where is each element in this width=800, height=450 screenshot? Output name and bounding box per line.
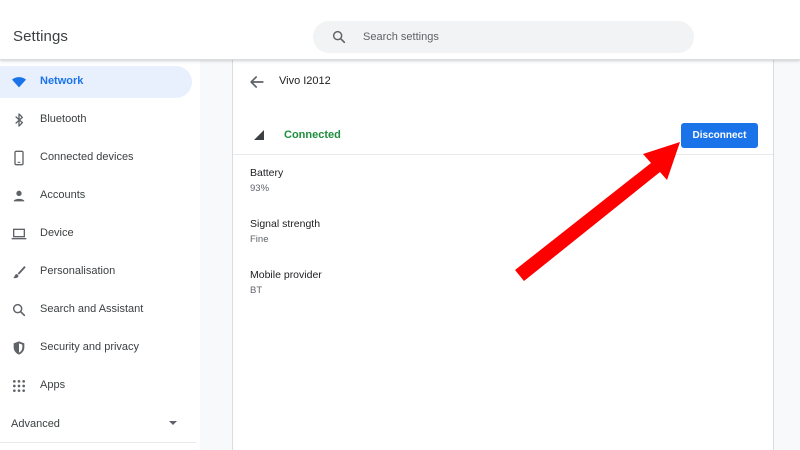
page-title: Vivo I2012	[279, 75, 331, 87]
sidebar-item-label: Personalisation	[40, 265, 116, 277]
sidebar-item-label: Apps	[40, 379, 66, 391]
sidebar-item-label: Security and privacy	[40, 341, 140, 353]
brush-icon	[13, 266, 26, 279]
person-icon	[13, 190, 25, 202]
phone-icon	[14, 150, 24, 166]
sidebar-item-label: Bluetooth	[40, 113, 87, 125]
disconnect-button[interactable]: Disconnect	[681, 123, 758, 148]
sidebar-item-connected-devices[interactable]: Connected devices	[0, 142, 192, 174]
sidebar-item-security-and-privacy[interactable]: Security and privacy	[0, 332, 192, 364]
caret-down-icon	[169, 421, 177, 425]
cellular-signal-icon	[254, 130, 264, 140]
sidebar-divider	[0, 442, 196, 443]
app-header: Settings	[0, 0, 800, 60]
sidebar: Network Bluetooth Connected devices Acco…	[0, 60, 200, 450]
mobile-provider-value: BT	[250, 285, 263, 296]
search-icon	[12, 303, 26, 317]
sidebar-item-device[interactable]: Device	[0, 218, 192, 250]
divider	[233, 154, 773, 155]
sidebar-item-label: Accounts	[40, 189, 86, 201]
battery-label: Battery	[250, 167, 284, 179]
sidebar-item-search-and-assistant[interactable]: Search and Assistant	[0, 294, 192, 326]
sidebar-item-label: Search and Assistant	[40, 303, 144, 315]
signal-strength-value: Fine	[250, 234, 269, 245]
network-detail-card: Vivo I2012 Connected Disconnect Battery …	[232, 60, 774, 450]
bluetooth-icon	[15, 113, 23, 127]
wifi-icon	[12, 77, 26, 88]
search-icon	[332, 30, 346, 44]
connection-status: Connected	[284, 129, 341, 141]
advanced-toggle[interactable]: Advanced	[0, 411, 192, 435]
sidebar-item-personalisation[interactable]: Personalisation	[0, 256, 192, 288]
sidebar-item-label: Network	[40, 75, 84, 87]
sidebar-item-accounts[interactable]: Accounts	[0, 180, 192, 212]
app-title: Settings	[13, 28, 68, 45]
search-box[interactable]	[313, 21, 694, 53]
laptop-icon	[11, 228, 27, 240]
back-arrow-icon[interactable]	[247, 72, 267, 92]
advanced-label: Advanced	[11, 418, 60, 430]
battery-value: 93%	[250, 183, 270, 194]
search-input[interactable]	[363, 27, 663, 47]
mobile-provider-label: Mobile provider	[250, 269, 322, 281]
sidebar-item-label: Connected devices	[40, 151, 134, 163]
signal-strength-label: Signal strength	[250, 218, 321, 230]
sidebar-item-bluetooth[interactable]: Bluetooth	[0, 104, 192, 136]
sidebar-item-apps[interactable]: Apps	[0, 370, 192, 402]
sidebar-item-label: Device	[40, 227, 74, 239]
apps-grid-icon	[13, 380, 25, 392]
sidebar-item-network[interactable]: Network	[0, 66, 192, 98]
shield-icon	[13, 341, 25, 355]
